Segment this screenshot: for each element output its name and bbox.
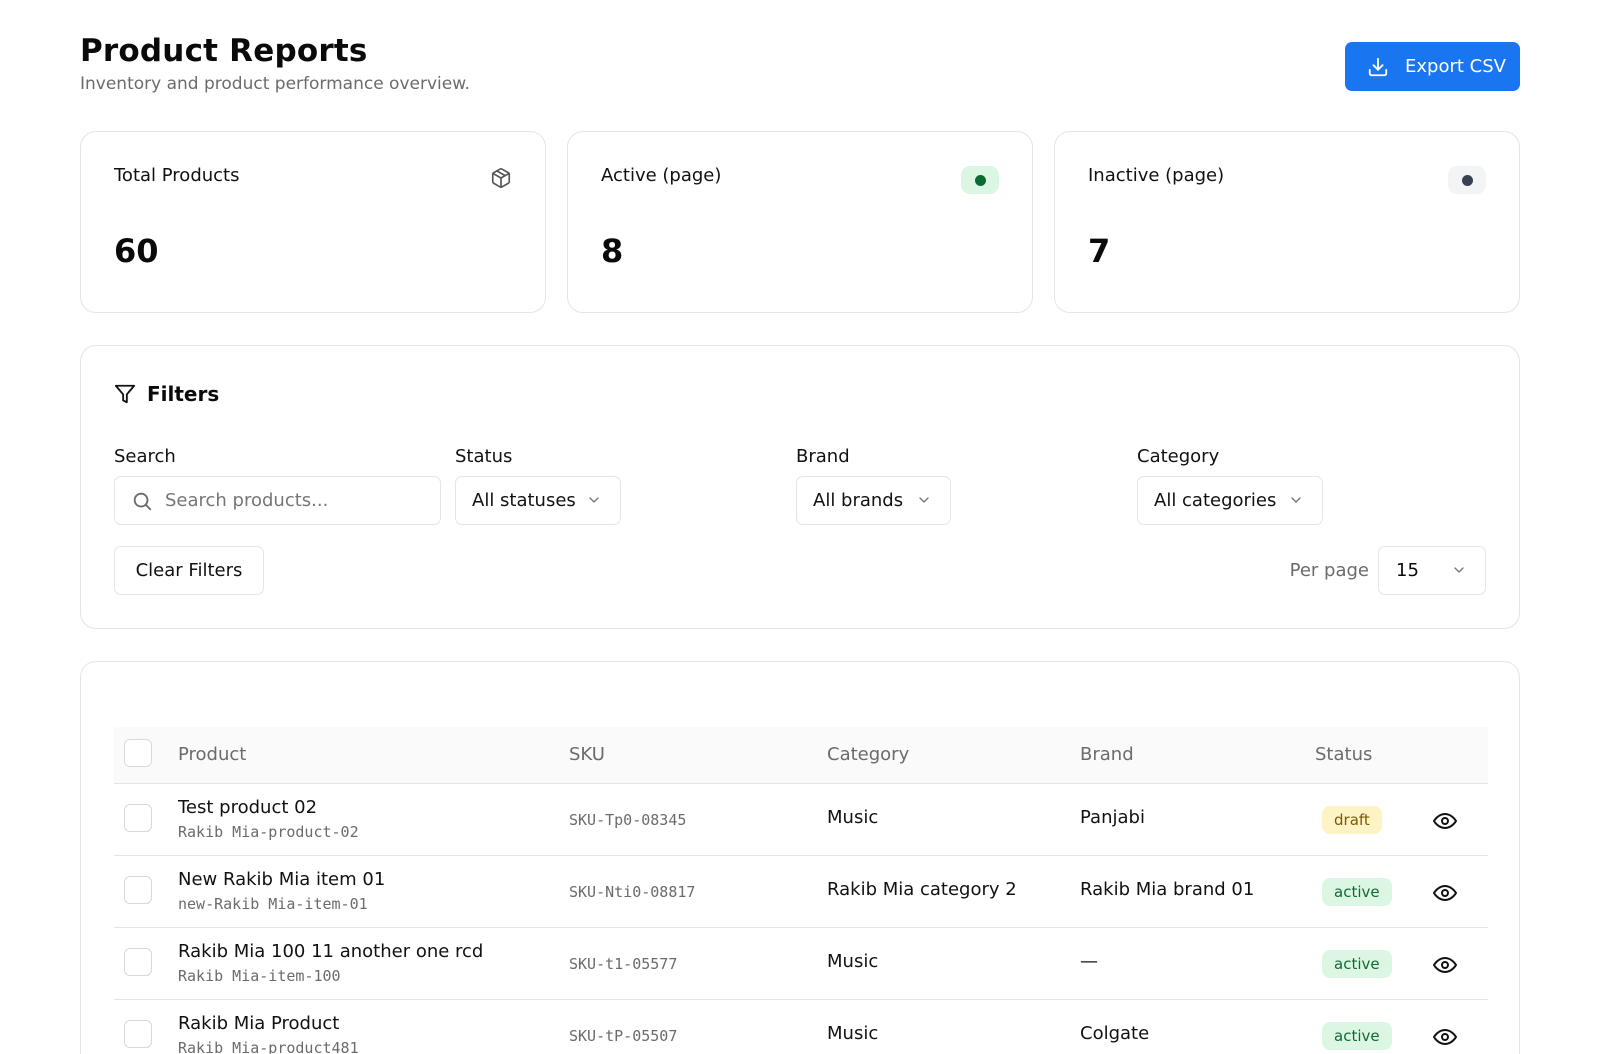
status-select[interactable]: All statuses	[455, 476, 621, 525]
product-category: Music	[827, 1023, 879, 1044]
filters-heading: Filters	[114, 382, 219, 406]
stat-value: 8	[601, 232, 624, 270]
page-subtitle: Inventory and product performance overvi…	[80, 74, 470, 94]
active-indicator	[961, 166, 999, 194]
download-icon	[1367, 56, 1389, 78]
per-page-label: Per page	[1289, 560, 1369, 581]
row-checkbox[interactable]	[124, 804, 152, 832]
status-dot-icon	[1461, 174, 1473, 186]
chevron-down-icon	[1288, 492, 1304, 508]
product-sku: SKU-Nti0-08817	[569, 883, 696, 901]
product-brand: —	[1080, 951, 1098, 972]
product-name: Test product 02	[178, 797, 318, 818]
stat-label: Active (page)	[601, 165, 722, 186]
table-header: Product SKU Category Brand Status	[114, 727, 1488, 784]
column-header-sku[interactable]: SKU	[569, 744, 605, 765]
export-csv-button[interactable]: Export CSV	[1345, 42, 1520, 91]
filters-title: Filters	[147, 382, 220, 406]
product-category: Music	[827, 807, 879, 828]
stat-card-inactive: Inactive (page) 7	[1054, 131, 1520, 313]
product-category: Music	[827, 951, 879, 972]
search-input[interactable]	[165, 490, 425, 511]
brand-select-value: All brands	[813, 490, 904, 511]
product-brand: Rakib Mia brand 01	[1080, 879, 1255, 900]
stat-label: Inactive (page)	[1088, 165, 1225, 186]
clear-filters-button[interactable]: Clear Filters	[114, 546, 264, 595]
eye-icon[interactable]	[1433, 1025, 1457, 1049]
product-name: Rakib Mia Product	[178, 1013, 340, 1034]
inactive-indicator	[1448, 166, 1486, 194]
category-select[interactable]: All categories	[1137, 476, 1323, 525]
category-label: Category	[1137, 446, 1220, 467]
per-page-select[interactable]: 15	[1378, 546, 1486, 595]
stat-card-total-products: Total Products 60	[80, 131, 546, 313]
column-header-status[interactable]: Status	[1315, 744, 1372, 765]
table-row: Rakib Mia Product Rakib Mia-product481 S…	[114, 1000, 1488, 1054]
product-brand: Colgate	[1080, 1023, 1150, 1044]
product-slug: Rakib Mia-item-100	[178, 967, 341, 985]
stat-value: 7	[1088, 232, 1111, 270]
product-slug: new-Rakib Mia-item-01	[178, 895, 368, 913]
chevron-down-icon	[916, 492, 932, 508]
filters-card: Filters Search Status All statuses Brand…	[80, 345, 1520, 629]
chevron-down-icon	[1451, 562, 1467, 578]
stat-label: Total Products	[114, 165, 240, 186]
product-name: Rakib Mia 100 11 another one rcd	[178, 941, 484, 962]
product-slug: Rakib Mia-product481	[178, 1039, 359, 1054]
select-all-checkbox[interactable]	[124, 739, 152, 767]
column-header-product[interactable]: Product	[178, 744, 246, 765]
per-page-value: 15	[1396, 560, 1419, 581]
column-header-brand[interactable]: Brand	[1080, 744, 1134, 765]
page-title: Product Reports	[80, 33, 368, 69]
row-checkbox[interactable]	[124, 876, 152, 904]
search-field[interactable]	[114, 476, 441, 525]
products-table: Product SKU Category Brand Status Test p…	[114, 727, 1488, 1054]
search-icon	[131, 490, 153, 512]
status-dot-icon	[974, 174, 986, 186]
eye-icon[interactable]	[1433, 953, 1457, 977]
status-label: Status	[455, 446, 513, 467]
table-row: Rakib Mia 100 11 another one rcd Rakib M…	[114, 928, 1488, 1000]
status-badge: active	[1322, 878, 1392, 906]
row-checkbox[interactable]	[124, 1020, 152, 1048]
eye-icon[interactable]	[1433, 881, 1457, 905]
table-row: New Rakib Mia item 01 new-Rakib Mia-item…	[114, 856, 1488, 928]
box-icon	[490, 167, 512, 189]
product-category: Rakib Mia category 2	[827, 879, 1017, 900]
brand-select[interactable]: All brands	[796, 476, 951, 525]
eye-icon[interactable]	[1433, 809, 1457, 833]
page-header: Product Reports Inventory and product pe…	[80, 32, 1520, 102]
table-row: Test product 02 Rakib Mia-product-02 SKU…	[114, 784, 1488, 856]
product-slug: Rakib Mia-product-02	[178, 823, 359, 841]
stat-value: 60	[114, 232, 159, 270]
chevron-down-icon	[586, 492, 602, 508]
product-name: New Rakib Mia item 01	[178, 869, 386, 890]
status-badge: draft	[1322, 806, 1382, 834]
products-table-card: Product SKU Category Brand Status Test p…	[80, 661, 1520, 1054]
brand-label: Brand	[796, 446, 850, 467]
status-select-value: All statuses	[472, 490, 576, 511]
product-sku: SKU-tP-05507	[569, 1027, 678, 1045]
export-csv-label: Export CSV	[1405, 56, 1506, 77]
category-select-value: All categories	[1154, 490, 1277, 511]
stat-card-active: Active (page) 8	[567, 131, 1033, 313]
product-sku: SKU-t1-05577	[569, 955, 678, 973]
status-badge: active	[1322, 1022, 1392, 1050]
search-label: Search	[114, 446, 176, 467]
filter-icon	[114, 383, 136, 405]
product-brand: Panjabi	[1080, 807, 1145, 828]
status-badge: active	[1322, 950, 1392, 978]
row-checkbox[interactable]	[124, 948, 152, 976]
product-sku: SKU-Tp0-08345	[569, 811, 687, 829]
column-header-category[interactable]: Category	[827, 744, 909, 765]
